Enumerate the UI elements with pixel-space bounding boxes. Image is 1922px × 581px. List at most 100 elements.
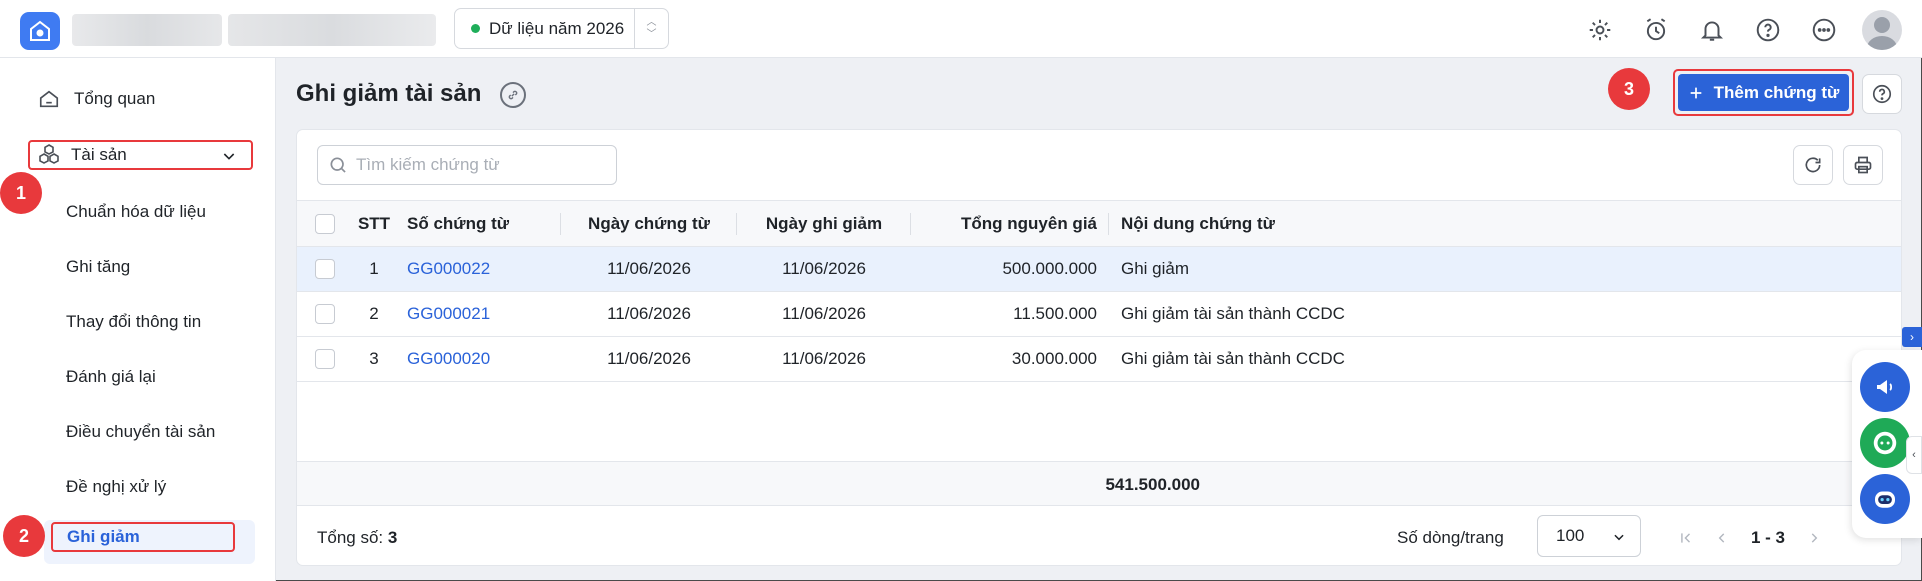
cell-total-cost: 11.500.000 <box>911 291 1109 337</box>
col-voucher-date[interactable]: Ngày chứng từ <box>561 200 737 247</box>
more-options-icon[interactable] <box>1806 12 1842 48</box>
cell-content: Ghi giảm tài sản thành CCDC <box>1109 291 1901 337</box>
cell-total-cost: 30.000.000 <box>911 336 1109 382</box>
col-content[interactable]: Nội dung chứng từ <box>1109 200 1901 247</box>
avatar[interactable] <box>1862 10 1902 50</box>
add-button-highlight: Thêm chứng từ <box>1673 69 1854 116</box>
printer-icon <box>1854 156 1872 174</box>
sidebar-item-normalize[interactable]: Chuẩn hóa dữ liệu <box>66 202 206 222</box>
col-total-cost[interactable]: Tổng nguyên giá <box>911 200 1109 247</box>
refresh-button[interactable] <box>1793 145 1833 185</box>
row-checkbox-cell <box>297 336 353 382</box>
cell-content: Ghi giảm <box>1109 246 1901 292</box>
collapse-panel-button[interactable]: ‹ <box>1906 436 1922 474</box>
col-decrease-date[interactable]: Ngày ghi giảm <box>737 200 911 247</box>
cell-stt: 1 <box>353 246 395 292</box>
table-row[interactable]: 2 GG000021 11/06/2026 11/06/2026 11.500.… <box>297 291 1901 337</box>
year-spinner[interactable]: ︿ ﹀ <box>634 9 668 48</box>
cell-voucher-date: 11/06/2026 <box>561 291 737 337</box>
row-checkbox-cell <box>297 246 353 292</box>
cell-stt: 3 <box>353 336 395 382</box>
announcement-button[interactable] <box>1860 362 1910 412</box>
blurred-org-name <box>72 14 222 46</box>
top-bar: Dữ liệu năm 2026 ︿ ﹀ <box>0 0 1922 58</box>
page-range: 1 - 3 <box>1751 528 1786 547</box>
record-count: Tổng số: 3 <box>317 528 397 548</box>
chevron-down-icon[interactable] <box>221 148 237 164</box>
chat-support-button[interactable] <box>1860 418 1910 468</box>
record-count-value: 3 <box>387 528 398 547</box>
chevron-down-icon[interactable]: ﹀ <box>647 29 657 41</box>
next-page-icon[interactable] <box>1807 531 1821 545</box>
sidebar: Tổng quan Tài sản Chuẩn hóa dữ liệu Ghi … <box>0 58 276 581</box>
sidebar-item-decrease[interactable]: Ghi giảm <box>51 522 235 552</box>
select-all-cell <box>297 200 353 247</box>
record-count-label: Tổng số: <box>317 528 384 547</box>
sidebar-group-assets[interactable]: Tài sản <box>28 140 253 170</box>
gear-icon[interactable] <box>1582 12 1618 48</box>
row-checkbox[interactable] <box>315 259 335 280</box>
prev-page-icon[interactable] <box>1715 531 1729 545</box>
rows-per-page-value: 100 <box>1556 526 1585 545</box>
help-circle-icon <box>1872 84 1892 104</box>
cell-voucher-link[interactable]: GG000021 <box>395 291 561 337</box>
refresh-icon <box>1805 157 1821 173</box>
pagination: 1 - 3 <box>1679 528 1821 548</box>
alarm-clock-icon[interactable] <box>1638 12 1674 48</box>
cell-voucher-date: 11/06/2026 <box>561 246 737 292</box>
col-voucher-no[interactable]: Số chứng từ <box>395 200 561 247</box>
cell-decrease-date: 11/06/2026 <box>737 336 911 382</box>
sidebar-item-label: Ghi giảm <box>67 527 140 546</box>
page-help-button[interactable] <box>1862 74 1902 114</box>
table-row[interactable]: 3 GG000020 11/06/2026 11/06/2026 30.000.… <box>297 336 1901 382</box>
total-cost-sum: 541.500.000 <box>1105 475 1200 494</box>
sidebar-item-disposal-request[interactable]: Đề nghị xử lý <box>66 477 166 497</box>
first-page-icon[interactable] <box>1679 531 1693 545</box>
blurred-org-unit <box>228 14 436 46</box>
app-logo-icon[interactable] <box>20 12 60 50</box>
step-badge-2: 2 <box>3 515 45 557</box>
table-header-row: STT Số chứng từ Ngày chứng từ Ngày ghi g… <box>297 200 1901 247</box>
bell-icon[interactable] <box>1694 12 1730 48</box>
add-voucher-button[interactable]: Thêm chứng từ <box>1678 74 1849 111</box>
add-voucher-label: Thêm chứng từ <box>1713 82 1840 102</box>
link-icon[interactable] <box>500 82 526 108</box>
cell-decrease-date: 11/06/2026 <box>737 291 911 337</box>
status-dot <box>471 24 480 33</box>
year-label: Dữ liệu năm 2026 <box>489 18 625 38</box>
row-checkbox-cell <box>297 291 353 337</box>
home-icon <box>39 90 59 108</box>
cubes-icon <box>39 144 59 164</box>
chat-icon <box>1873 431 1897 455</box>
cell-content: Ghi giảm tài sản thành CCDC <box>1109 336 1901 382</box>
year-selector[interactable]: Dữ liệu năm 2026 ︿ ﹀ <box>454 8 669 49</box>
rows-per-page-select[interactable]: 100 <box>1537 515 1641 557</box>
sidebar-item-label: Tổng quan <box>74 89 156 108</box>
print-button[interactable] <box>1843 145 1883 185</box>
step-badge-1: 1 <box>0 172 42 214</box>
row-checkbox[interactable] <box>315 304 335 325</box>
cell-voucher-link[interactable]: GG000020 <box>395 336 561 382</box>
chevron-up-icon[interactable]: ︿ <box>647 17 657 29</box>
table-row[interactable]: 1 GG000022 11/06/2026 11/06/2026 500.000… <box>297 246 1901 292</box>
help-circle-icon[interactable] <box>1750 12 1786 48</box>
search-icon <box>330 157 346 173</box>
robot-icon <box>1875 491 1895 508</box>
cell-voucher-link[interactable]: GG000022 <box>395 246 561 292</box>
sidebar-item-transfer[interactable]: Điều chuyển tài sản <box>66 422 215 442</box>
select-all-checkbox[interactable] <box>315 213 335 234</box>
sidebar-item-change-info[interactable]: Thay đổi thông tin <box>66 312 201 332</box>
assistant-bot-button[interactable] <box>1860 474 1910 524</box>
chevron-down-icon <box>1614 534 1624 541</box>
sidebar-item-increase[interactable]: Ghi tăng <box>66 257 130 277</box>
sidebar-item-revaluation[interactable]: Đánh giá lại <box>66 367 156 387</box>
row-checkbox[interactable] <box>315 349 335 370</box>
search-box[interactable] <box>317 145 617 185</box>
col-stt[interactable]: STT <box>353 200 395 247</box>
search-input[interactable] <box>356 155 596 175</box>
expand-panel-button[interactable]: › <box>1902 327 1922 347</box>
sidebar-item-overview[interactable]: Tổng quan <box>38 88 155 110</box>
top-icons <box>1582 10 1902 50</box>
sidebar-group-label: Tài sản <box>71 145 127 164</box>
plus-icon <box>1690 87 1701 98</box>
